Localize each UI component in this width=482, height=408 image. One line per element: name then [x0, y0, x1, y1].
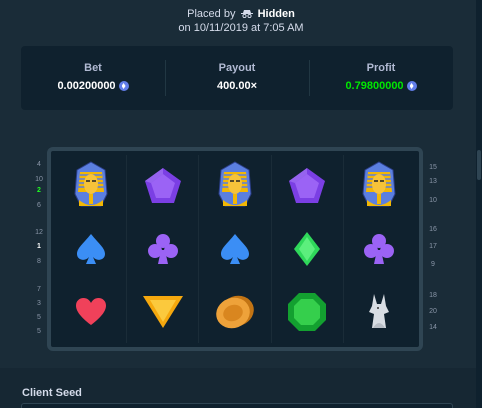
reel-symbol	[272, 280, 343, 343]
heart-icon	[75, 297, 107, 327]
eth-coin-icon	[406, 81, 417, 91]
reel-symbol	[199, 280, 270, 343]
reel-column	[270, 155, 343, 343]
profit-value-row: 0.79800000	[309, 80, 453, 92]
bet-stats-panel: Bet 0.00200000 Payout 400.00× Profit 0.7…	[21, 46, 453, 110]
payout-value-row: 400.00×	[165, 80, 309, 92]
reel-position-number: 10	[35, 176, 43, 183]
reel-symbol	[199, 218, 270, 281]
bet-label: Bet	[84, 62, 102, 74]
payout-value: 400.00×	[216, 80, 258, 92]
placed-by-line: Placed by Hidden	[0, 7, 482, 21]
profit-label: Profit	[366, 62, 396, 74]
eth-coin-icon	[118, 81, 129, 91]
club-icon	[146, 232, 180, 266]
profit-value: 0.79800000	[345, 80, 404, 92]
reel-symbol	[127, 218, 198, 281]
reel-column	[55, 155, 126, 343]
reel-position-number: 18	[429, 292, 437, 299]
spade-icon	[219, 232, 251, 266]
reel-position-number: 6	[37, 202, 41, 209]
reel-position-number: 17	[429, 243, 437, 250]
reel-position-number: 5	[37, 328, 41, 335]
reel-symbol	[127, 280, 198, 343]
incognito-icon	[240, 8, 253, 19]
slot-reels	[55, 155, 415, 343]
right-reel-numbers: 15 13 10 16 17 9 18 20 14	[424, 140, 442, 360]
reel-position-number: 5	[37, 314, 41, 321]
pharaoh-icon	[215, 160, 255, 212]
reel-position-number: 1	[37, 243, 41, 250]
slot-reel-area: 4 10 2 6 12 1 8 7 3 5 5 15 13 10 16 17 9 18 20 14	[0, 140, 482, 360]
reel-position-number: 12	[35, 229, 43, 236]
reel-column	[126, 155, 198, 343]
reel-symbol	[55, 280, 126, 343]
bet-header: Placed by Hidden on 10/11/2019 at 7:05 A…	[0, 0, 482, 46]
pentagon-gem-icon	[287, 166, 327, 206]
client-seed-label: Client Seed	[22, 387, 82, 399]
reel-column	[198, 155, 270, 343]
reel-position-number: 10	[429, 197, 437, 204]
reel-symbol	[199, 155, 270, 218]
scrollbar[interactable]	[476, 0, 482, 408]
profit-stat: Profit 0.79800000	[309, 46, 453, 110]
slot-frame	[47, 147, 423, 351]
coin-stack-icon	[215, 293, 255, 331]
reel-position-number: 8	[37, 258, 41, 265]
pharaoh-icon	[359, 160, 399, 212]
client-seed-input[interactable]	[21, 403, 453, 408]
bet-value: 0.00200000	[57, 80, 116, 92]
reel-position-number: 14	[429, 324, 437, 331]
left-reel-numbers: 4 10 2 6 12 1 8 7 3 5 5	[30, 140, 48, 360]
reel-symbol	[344, 218, 415, 281]
reel-position-number: 4	[37, 161, 41, 168]
spade-icon	[75, 232, 107, 266]
reel-position-number: 9	[431, 261, 435, 268]
triangle-gem-icon	[142, 294, 184, 330]
reel-symbol	[55, 155, 126, 218]
reel-symbol	[272, 155, 343, 218]
pharaoh-icon	[71, 160, 111, 212]
reel-position-number: 3	[37, 300, 41, 307]
reel-position-number: 2	[37, 187, 41, 194]
payout-label: Payout	[218, 62, 256, 74]
reel-position-number: 15	[429, 164, 437, 171]
date-line: on 10/11/2019 at 7:05 AM	[178, 22, 304, 34]
payout-stat: Payout 400.00×	[165, 46, 309, 110]
reel-symbol	[55, 218, 126, 281]
reel-position-number: 16	[429, 226, 437, 233]
anubis-icon	[364, 292, 394, 332]
pentagon-gem-icon	[143, 166, 183, 206]
diamond-icon	[293, 231, 321, 267]
reel-symbol	[344, 280, 415, 343]
bet-stat: Bet 0.00200000	[21, 46, 165, 110]
reel-position-number: 20	[429, 308, 437, 315]
reel-symbol	[272, 218, 343, 281]
reel-position-number: 7	[37, 286, 41, 293]
emerald-icon	[287, 292, 327, 332]
bet-value-row: 0.00200000	[21, 80, 165, 92]
reel-position-number: 13	[429, 178, 437, 185]
reel-symbol	[127, 155, 198, 218]
username[interactable]: Hidden	[258, 8, 295, 20]
placed-by-prefix: Placed by	[187, 8, 236, 20]
reel-symbol	[344, 155, 415, 218]
reel-column	[342, 155, 415, 343]
club-icon	[362, 232, 396, 266]
